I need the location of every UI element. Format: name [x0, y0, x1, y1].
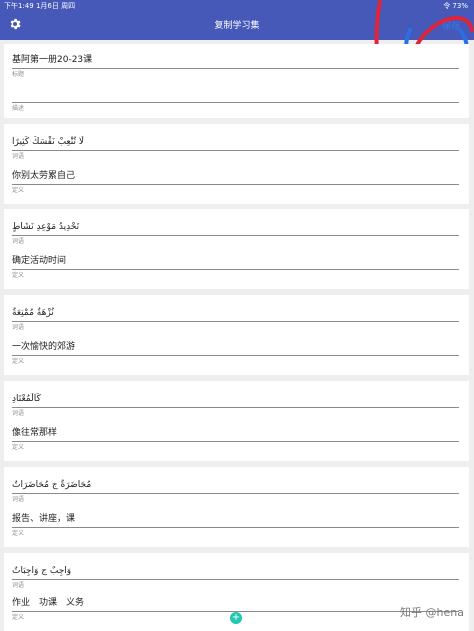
term-label: 词语 — [12, 238, 25, 245]
term-card: تَحْدِيدُ مَوْعِدِ نَشَاطٍ 词语 确定活动时间 定义 — [4, 209, 469, 289]
definition-value[interactable]: 一次愉快的郊游 — [12, 341, 459, 353]
term-card: لَا تُتْعِبْ نَفْسَكَ كَثِيرًا 词语 你别太劳累自… — [4, 124, 469, 204]
term-field[interactable]: لَا تُتْعِبْ نَفْسَكَ كَثِيرًا 词语 — [12, 136, 459, 161]
definition-value[interactable]: 确定活动时间 — [12, 255, 459, 267]
term-label: 词语 — [12, 582, 25, 589]
description-value[interactable] — [12, 88, 459, 100]
definition-underline — [12, 441, 459, 442]
definition-field[interactable]: 一次愉快的郊游 定义 — [12, 341, 459, 366]
definition-field[interactable]: 你别太劳累自己 定义 — [12, 170, 459, 195]
definition-field[interactable]: 确定活动时间 定义 — [12, 255, 459, 280]
term-label: 词语 — [12, 410, 25, 417]
term-card: نُزْهَةٌ مُمْتِعَةٌ 词语 一次愉快的郊游 定义 — [4, 295, 469, 375]
definition-label: 定义 — [12, 358, 25, 365]
term-field[interactable]: مُحَاضَرَةٌ ج مُحَاضَرَاتٌ 词语 — [12, 479, 459, 504]
term-value[interactable]: تَحْدِيدُ مَوْعِدِ نَشَاطٍ — [12, 221, 459, 233]
watermark: 知乎 @hena — [400, 606, 464, 619]
term-label: 词语 — [12, 496, 25, 503]
definition-value[interactable]: 像往常那样 — [12, 427, 459, 439]
page-title: 复制学习集 — [214, 21, 260, 31]
definition-underline — [12, 527, 459, 528]
definition-underline — [12, 184, 459, 185]
term-underline — [12, 321, 459, 322]
definition-label: 定义 — [12, 530, 25, 537]
definition-underline — [12, 355, 459, 356]
definition-value[interactable]: 报告、讲座，课 — [12, 513, 459, 525]
description-underline — [12, 102, 459, 103]
term-card: مُحَاضَرَةٌ ج مُحَاضَرَاتٌ 词语 报告、讲座，课 定义 — [4, 467, 469, 547]
term-underline — [12, 150, 459, 151]
definition-label: 定义 — [12, 444, 25, 451]
definition-field[interactable]: 像往常那样 定义 — [12, 427, 459, 452]
term-field[interactable]: وَاجِبٌ ج وَاجِبَاتٌ 词语 — [12, 565, 459, 590]
term-value[interactable]: مُحَاضَرَةٌ ج مُحَاضَرَاتٌ — [12, 479, 459, 491]
description-field[interactable]: 描述 — [12, 88, 459, 113]
title-label: 标题 — [12, 71, 25, 78]
term-underline — [12, 493, 459, 494]
term-underline — [12, 579, 459, 580]
definition-label: 定义 — [12, 187, 25, 194]
definition-underline — [12, 269, 459, 270]
status-date: 1月6日 周四 — [35, 2, 76, 10]
term-value[interactable]: لَا تُتْعِبْ نَفْسَكَ كَثِيرًا — [12, 136, 459, 148]
term-value[interactable]: كَالْمُعْتَادِ — [12, 393, 459, 405]
description-label: 描述 — [12, 105, 25, 112]
definition-field[interactable]: 报告、讲座，课 定义 — [12, 513, 459, 538]
add-card-button[interactable]: + — [230, 612, 242, 624]
term-label: 词语 — [12, 153, 25, 160]
status-time: 下午1:49 — [4, 2, 34, 10]
term-value[interactable]: وَاجِبٌ ج وَاجِبَاتٌ — [12, 565, 459, 577]
term-field[interactable]: نُزْهَةٌ مُمْتِعَةٌ 词语 — [12, 307, 459, 332]
term-field[interactable]: كَالْمُعْتَادِ 词语 — [12, 393, 459, 418]
app-bar: 下午1:49 1月6日 周四 令 73% 复制学习集 保存 — [0, 0, 474, 40]
status-battery: 令 73% — [443, 2, 468, 10]
set-info-card: 基阿第一册20-23课 标题 描述 — [4, 44, 469, 118]
term-card: كَالْمُعْتَادِ 词语 像往常那样 定义 — [4, 381, 469, 461]
term-value[interactable]: نُزْهَةٌ مُمْتِعَةٌ — [12, 307, 459, 319]
title-value[interactable]: 基阿第一册20-23课 — [12, 54, 459, 66]
status-bar: 下午1:49 1月6日 周四 令 73% — [4, 1, 468, 11]
term-underline — [12, 407, 459, 408]
definition-label: 定义 — [12, 272, 25, 279]
term-field[interactable]: تَحْدِيدُ مَوْعِدِ نَشَاطٍ 词语 — [12, 221, 459, 246]
term-underline — [12, 235, 459, 236]
definition-value[interactable]: 你别太劳累自己 — [12, 170, 459, 182]
title-field[interactable]: 基阿第一册20-23课 标题 — [12, 54, 459, 79]
save-button[interactable]: 保存 — [442, 19, 460, 32]
definition-value[interactable]: 作业 功课 义务 — [12, 597, 459, 609]
title-underline — [12, 68, 459, 69]
term-label: 词语 — [12, 324, 25, 331]
